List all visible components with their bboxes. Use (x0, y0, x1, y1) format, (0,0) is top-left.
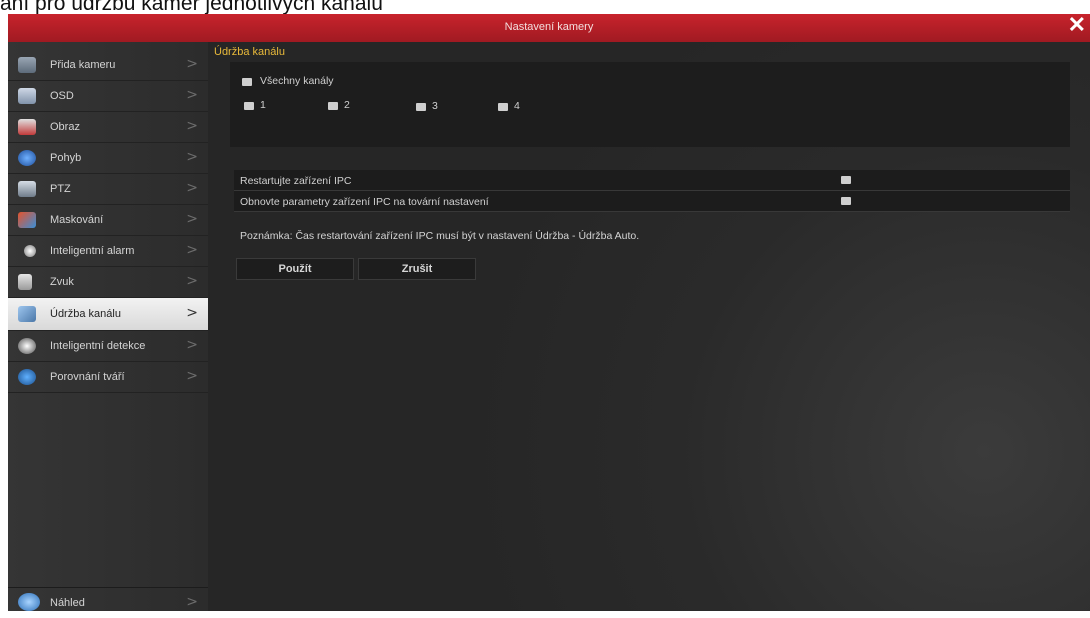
wrench-icon (18, 306, 36, 322)
sidebar-item-channel-maintenance[interactable]: Údržba kanálu > (8, 298, 208, 331)
close-icon[interactable]: ✕ (1068, 12, 1086, 38)
cancel-button[interactable]: Zrušit (358, 258, 476, 280)
channel-4-checkbox[interactable] (498, 103, 508, 111)
main-panel: Údržba kanálu Všechny kanály 1 2 3 4 Res… (208, 42, 1090, 611)
channel-3-checkbox[interactable] (416, 103, 426, 111)
section-title: Údržba kanálu (214, 46, 285, 58)
all-channels-checkbox[interactable] (242, 78, 252, 86)
sidebar-item-face-compare[interactable]: Porovnání tváří > (8, 362, 208, 393)
sidebar-item-label: Porovnání tváří (50, 371, 125, 383)
sidebar-item-ptz[interactable]: PTZ > (8, 174, 208, 205)
sidebar-item-label: Pohyb (50, 152, 82, 164)
channel-4-label: 4 (514, 100, 520, 112)
factory-reset-checkbox[interactable] (841, 197, 851, 205)
mask-icon (18, 212, 36, 228)
chevron-right-icon: > (186, 56, 198, 72)
chevron-right-icon: > (186, 337, 198, 353)
chevron-right-icon: > (186, 242, 198, 258)
preview-icon (18, 593, 40, 611)
chevron-right-icon: > (186, 87, 198, 103)
sidebar-item-audio[interactable]: Zvuk > (8, 267, 208, 298)
factory-reset-row: Obnovte parametry zařízení IPC na továrn… (234, 191, 819, 212)
detection-icon (18, 338, 36, 354)
sidebar-item-label: Inteligentní alarm (50, 245, 135, 257)
sidebar-item-preview[interactable]: Náhled > (8, 587, 208, 618)
chevron-right-icon: > (186, 118, 198, 134)
channel-1-label: 1 (260, 99, 266, 111)
sidebar-item-label: Maskování (50, 214, 104, 226)
restart-ipc-cell (819, 170, 1070, 191)
camera-add-icon (18, 57, 36, 73)
sidebar-item-image[interactable]: Obraz > (8, 112, 208, 143)
factory-reset-cell (819, 191, 1070, 212)
window-title: Nastavení kamery (504, 21, 594, 33)
chevron-right-icon: > (186, 273, 198, 289)
channel-3-label: 3 (432, 100, 438, 112)
chevron-right-icon: > (186, 594, 198, 610)
sidebar-item-label: Přida kameru (50, 59, 116, 71)
restart-ipc-label: Restartujte zařízení IPC (240, 175, 352, 187)
motion-icon (18, 150, 36, 166)
restart-ipc-row: Restartujte zařízení IPC (234, 170, 819, 191)
factory-reset-label: Obnovte parametry zařízení IPC na továrn… (240, 196, 489, 208)
image-icon (18, 119, 36, 135)
maintenance-note: Poznámka: Čas restartování zařízení IPC … (240, 230, 640, 242)
speaker-icon (18, 274, 32, 290)
channel-2-label: 2 (344, 99, 350, 111)
alarm-icon (24, 245, 36, 257)
sidebar-item-label: Zvuk (50, 276, 74, 288)
apply-button[interactable]: Použít (236, 258, 354, 280)
sidebar-item-add-camera[interactable]: Přida kameru > (8, 50, 208, 81)
sidebar-item-smart-detection[interactable]: Inteligentní detekce > (8, 331, 208, 362)
sidebar-item-label: OSD (50, 90, 74, 102)
sidebar: Přida kameru > OSD > Obraz > Pohyb > PTZ… (8, 42, 208, 611)
channel-2-checkbox[interactable] (328, 102, 338, 110)
ptz-camera-icon (18, 181, 36, 197)
face-compare-icon (18, 369, 36, 385)
osd-icon (18, 88, 36, 104)
sidebar-item-osd[interactable]: OSD > (8, 81, 208, 112)
sidebar-item-label: Inteligentní detekce (50, 340, 146, 352)
chevron-right-icon: > (186, 368, 198, 384)
sidebar-item-label: PTZ (50, 183, 71, 195)
sidebar-item-label: Náhled (50, 597, 85, 609)
chevron-right-icon: > (186, 211, 198, 227)
sidebar-item-label: Obraz (50, 121, 80, 133)
all-channels-label: Všechny kanály (260, 75, 334, 87)
chevron-right-icon: > (186, 149, 198, 165)
chevron-right-icon: > (186, 180, 198, 196)
channel-1-checkbox[interactable] (244, 102, 254, 110)
sidebar-item-label: Údržba kanálu (50, 308, 121, 320)
sidebar-item-motion[interactable]: Pohyb > (8, 143, 208, 174)
title-bar: Nastavení kamery ✕ (8, 12, 1090, 42)
sidebar-item-mask[interactable]: Maskování > (8, 205, 208, 236)
restart-ipc-checkbox[interactable] (841, 176, 851, 184)
channel-selection-panel: Všechny kanály 1 2 3 4 (230, 62, 1070, 147)
sidebar-item-smart-alarm[interactable]: Inteligentní alarm > (8, 236, 208, 267)
chevron-right-icon: > (186, 305, 198, 321)
camera-settings-window: Nastavení kamery ✕ Přida kameru > OSD > … (8, 12, 1090, 611)
